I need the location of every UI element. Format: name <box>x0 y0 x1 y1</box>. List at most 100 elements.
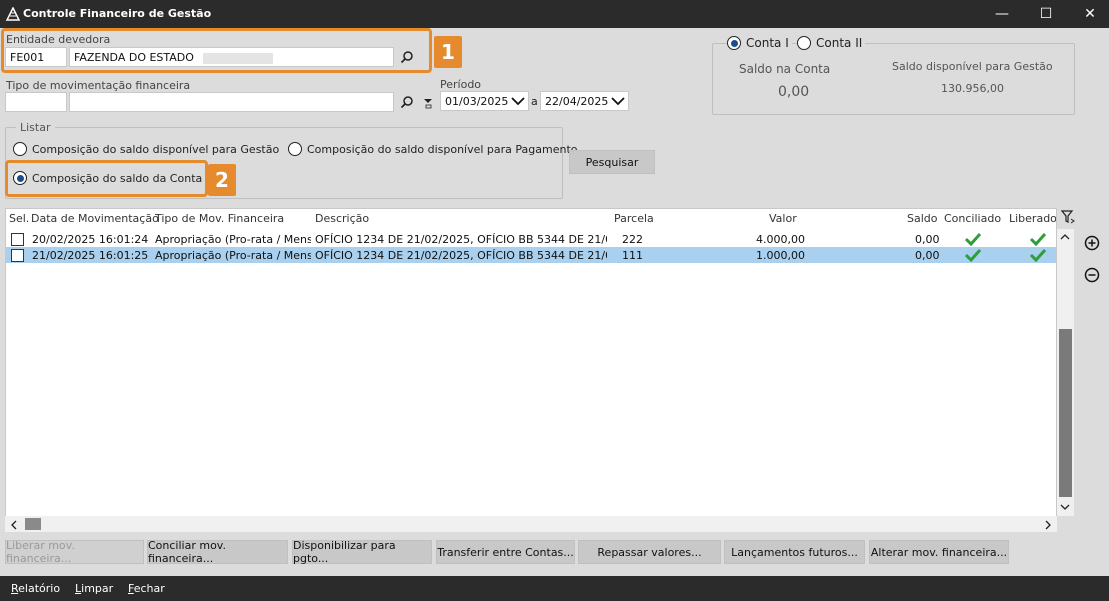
row-valor: 1.000,00 <box>756 249 805 262</box>
periodo-label: Período <box>440 78 482 91</box>
entidade-name-field[interactable]: FAZENDA DO ESTADO <box>69 47 394 67</box>
fechar-link[interactable]: Fechar <box>128 582 165 595</box>
search-icon <box>400 96 413 109</box>
filter-icon[interactable] <box>1061 210 1075 224</box>
add-circle-icon[interactable] <box>1084 235 1100 251</box>
periodo-from-value: 01/03/2025 <box>445 95 509 108</box>
repassar-button[interactable]: Repassar valores... <box>578 540 721 564</box>
chevron-down-icon[interactable] <box>611 96 625 106</box>
close-icon: ✕ <box>1084 6 1096 22</box>
saldo-conta-label: Saldo na Conta <box>739 62 831 76</box>
periodo-separator: a <box>531 95 538 108</box>
tipo-mov-search-button[interactable] <box>398 93 416 111</box>
col-valor[interactable]: Valor <box>769 212 797 225</box>
row-select-checkbox[interactable] <box>11 233 24 246</box>
grid-header: Sel. Data de Movimentação Tipo de Mov. F… <box>6 209 1056 229</box>
row-tipo: Apropriação (Pro-rata / Mensal <box>155 249 311 262</box>
liberar-button[interactable]: Liberar mov. financeira... <box>5 539 144 565</box>
scroll-up-icon[interactable] <box>1060 233 1070 241</box>
radio-circle <box>13 171 27 185</box>
col-sel[interactable]: Sel. <box>9 212 29 225</box>
caret-down-icon <box>424 99 432 109</box>
scrollbar-thumb[interactable] <box>25 518 41 530</box>
alterar-button[interactable]: Alterar mov. financeira... <box>869 540 1009 564</box>
minimize-button[interactable]: — <box>980 0 1024 28</box>
table-row[interactable]: 21/02/2025 16:01:25 Apropriação (Pro-rat… <box>6 247 1056 263</box>
entidade-search-button[interactable] <box>398 48 416 66</box>
horizontal-scrollbar[interactable] <box>5 516 1057 532</box>
radio-listar-gestao-label: Composição do saldo disponível para Gest… <box>32 142 280 156</box>
col-parcela[interactable]: Parcela <box>614 212 654 225</box>
conciliar-button[interactable]: Conciliar mov. financeira... <box>147 539 288 565</box>
app-logo-icon <box>6 7 20 21</box>
transferir-button[interactable]: Transferir entre Contas... <box>436 540 575 564</box>
entidade-code-field[interactable]: FE001 <box>5 47 67 67</box>
saldo-conta-value: 0,00 <box>778 84 810 100</box>
annotation-badge-1: 1 <box>434 36 462 68</box>
close-window-button[interactable]: ✕ <box>1068 0 1109 28</box>
maximize-icon: ☐ <box>1039 6 1053 22</box>
tipo-mov-name-field[interactable] <box>69 92 394 112</box>
tipo-mov-dropdown-button[interactable] <box>419 93 437 111</box>
row-date: 21/02/2025 16:01:25 <box>32 249 149 262</box>
radio-listar-conta-label: Composição do saldo da Conta <box>32 171 203 185</box>
radio-circle <box>797 36 811 50</box>
radio-listar-pagamento[interactable]: Composição do saldo disponível para Paga… <box>288 142 578 156</box>
check-icon <box>964 232 982 246</box>
window-title: Controle Financeiro de Gestão <box>23 7 212 20</box>
conta-group <box>712 43 1075 115</box>
scroll-right-icon[interactable] <box>1044 520 1052 530</box>
disponibilizar-button[interactable]: Disponibilizar para pgto... <box>292 539 432 565</box>
row-descricao: OFÍCIO 1234 DE 21/02/2025, OFÍCIO BB 534… <box>315 233 607 246</box>
col-data[interactable]: Data de Movimentação <box>31 212 159 225</box>
col-liberado[interactable]: Liberado <box>1009 212 1056 225</box>
movements-grid: Sel. Data de Movimentação Tipo de Mov. F… <box>5 208 1057 532</box>
search-button[interactable]: Pesquisar <box>569 150 655 174</box>
radio-circle <box>13 142 27 156</box>
col-saldo[interactable]: Saldo <box>907 212 938 225</box>
col-descricao[interactable]: Descrição <box>315 212 369 225</box>
row-descricao: OFÍCIO 1234 DE 21/02/2025, OFÍCIO BB 534… <box>315 249 607 262</box>
scroll-down-icon[interactable] <box>1060 503 1070 511</box>
relatorio-link[interactable]: Relatório <box>11 582 60 595</box>
row-date: 20/02/2025 16:01:24 <box>32 233 149 246</box>
row-parcela: 111 <box>622 249 643 262</box>
scrollbar-thumb[interactable] <box>1059 329 1072 497</box>
radio-listar-conta[interactable]: Composição do saldo da Conta <box>13 171 202 185</box>
vertical-scrollbar[interactable] <box>1057 229 1074 516</box>
tipo-mov-code-field[interactable] <box>5 92 67 112</box>
check-icon <box>1029 248 1047 262</box>
remove-circle-icon[interactable] <box>1084 267 1100 283</box>
row-select-checkbox[interactable] <box>11 249 24 262</box>
title-bar: Controle Financeiro de Gestão — ☐ ✕ <box>0 0 1109 28</box>
tipo-mov-label: Tipo de movimentação financeira <box>6 79 191 92</box>
chevron-down-icon[interactable] <box>511 96 525 106</box>
periodo-to-value: 22/04/2025 <box>545 95 609 108</box>
row-valor: 4.000,00 <box>756 233 805 246</box>
listar-label: Listar <box>16 121 55 134</box>
entidade-label: Entidade devedora <box>6 33 111 46</box>
limpar-link[interactable]: Limpar <box>75 582 113 595</box>
search-icon <box>400 51 413 64</box>
saldo-disponivel-label: Saldo disponível para Gestão <box>892 60 1053 73</box>
entidade-name-value: FAZENDA DO ESTADO <box>74 51 194 64</box>
lancamentos-futuros-button[interactable]: Lançamentos futuros... <box>724 540 865 564</box>
radio-circle <box>727 36 741 50</box>
maximize-button[interactable]: ☐ <box>1024 0 1068 28</box>
annotation-badge-2: 2 <box>208 164 236 196</box>
scroll-left-icon[interactable] <box>10 520 18 530</box>
row-parcela: 222 <box>622 233 643 246</box>
radio-conta-2-label: Conta II <box>816 36 863 50</box>
col-tipo[interactable]: Tipo de Mov. Financeira <box>155 212 284 225</box>
check-icon <box>1029 232 1047 246</box>
saldo-disponivel-value: 130.956,00 <box>941 82 1004 95</box>
radio-conta-1[interactable]: Conta I <box>727 36 792 50</box>
radio-listar-gestao[interactable]: Composição do saldo disponível para Gest… <box>13 142 279 156</box>
radio-listar-pagamento-label: Composição do saldo disponível para Paga… <box>307 142 578 156</box>
radio-conta-2[interactable]: Conta II <box>797 36 866 50</box>
radio-conta-1-label: Conta I <box>746 36 789 50</box>
check-icon <box>964 248 982 262</box>
col-conciliado[interactable]: Conciliado <box>944 212 1001 225</box>
table-row[interactable]: 20/02/2025 16:01:24 Apropriação (Pro-rat… <box>6 231 1056 247</box>
row-saldo: 0,00 <box>915 249 940 262</box>
